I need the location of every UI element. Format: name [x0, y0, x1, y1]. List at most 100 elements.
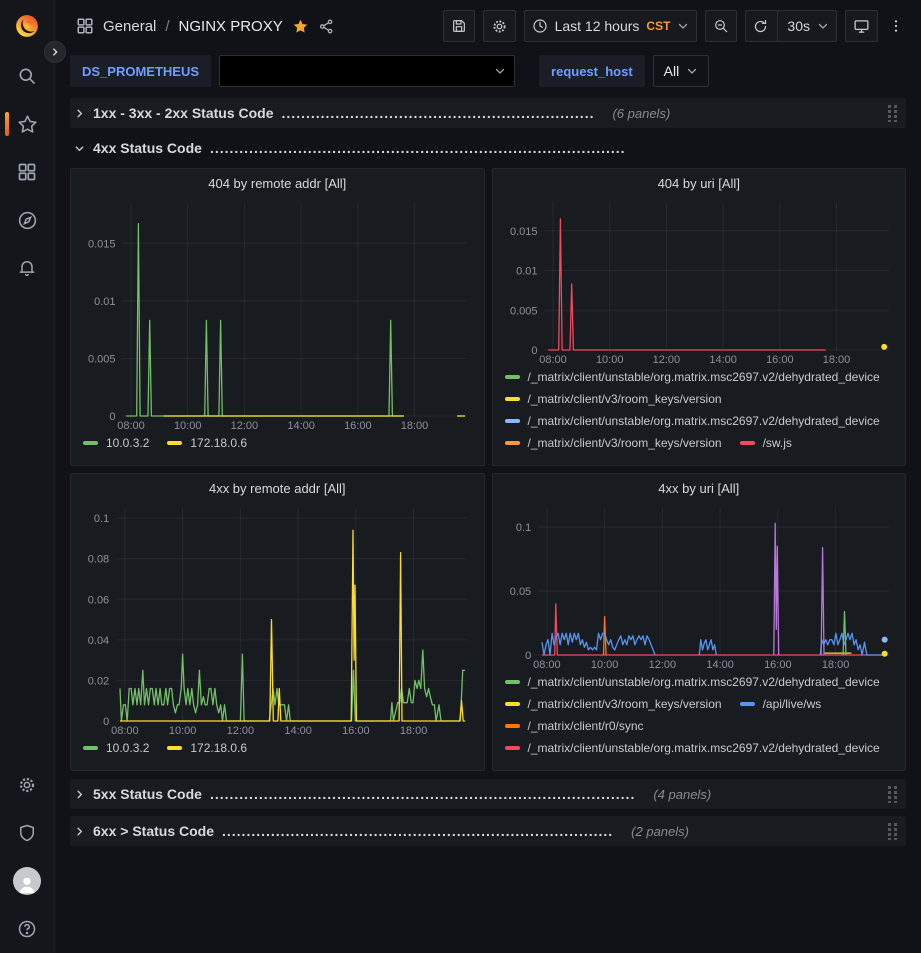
chevron-down-icon — [686, 65, 698, 77]
zoom-out-icon — [713, 18, 729, 34]
row-5xx[interactable]: 5xx Status Code ........................… — [70, 779, 906, 809]
legend-item[interactable]: /_matrix/client/unstable/org.matrix.msc2… — [505, 741, 880, 755]
chart-404-by-uri[interactable]: 08:0010:0012:0014:0016:0018:0000.0050.01… — [501, 195, 897, 367]
legend-swatch — [83, 746, 98, 750]
panel-legend: 10.0.3.2 172.18.0.6 — [79, 436, 476, 458]
dashboard-settings-button[interactable] — [483, 10, 516, 42]
chart-404-by-remote-addr[interactable]: 08:0010:0012:0014:0016:0018:0000.0050.01… — [79, 195, 475, 433]
row-4xx[interactable]: 4xx Status Code ........................… — [70, 133, 906, 163]
y-axis-tick-label: 0.1 — [94, 513, 109, 525]
panel-title[interactable]: 4xx by remote addr [All] — [79, 478, 476, 500]
dashboard-canvas: 1xx - 3xx - 2xx Status Code ............… — [55, 90, 921, 846]
legend-item[interactable]: 172.18.0.6 — [167, 741, 247, 755]
variable-host-value-select[interactable]: All — [653, 55, 710, 87]
monitor-icon — [853, 18, 870, 35]
legend-item[interactable]: /_matrix/client/r0/sync — [505, 719, 644, 733]
legend-swatch — [505, 680, 520, 684]
legend-swatch — [505, 397, 520, 401]
x-axis-tick-label: 16:00 — [342, 725, 370, 737]
x-axis-tick-label: 08:00 — [111, 725, 139, 737]
legend-item[interactable]: /_matrix/client/v3/room_keys/version — [505, 392, 722, 406]
panel-title[interactable]: 4xx by uri [All] — [501, 478, 898, 500]
time-range-picker[interactable]: Last 12 hours CST — [524, 10, 698, 42]
legend-label: 10.0.3.2 — [106, 741, 149, 755]
breadcrumb-separator: / — [165, 18, 169, 35]
save-icon — [451, 18, 467, 34]
row-6xx[interactable]: 6xx > Status Code ......................… — [70, 816, 906, 846]
panel-404-by-remote-addr: 404 by remote addr [All] 08:0010:0012:00… — [70, 168, 485, 466]
breadcrumb-section[interactable]: General — [103, 18, 156, 35]
share-icon[interactable] — [318, 18, 335, 35]
variable-ds-value-select[interactable] — [219, 55, 515, 87]
y-axis-tick-label: 0 — [109, 411, 115, 423]
kiosk-mode-button[interactable] — [845, 10, 878, 42]
row-drag-handle[interactable] — [888, 823, 898, 840]
legend-swatch — [505, 724, 520, 728]
x-axis-tick-label: 14:00 — [284, 725, 312, 737]
panel-4xx-by-uri: 4xx by uri [All] 08:0010:0012:0014:0016:… — [492, 473, 907, 771]
search-icon — [17, 66, 37, 86]
row-1xx-3xx-2xx[interactable]: 1xx - 3xx - 2xx Status Code ............… — [70, 98, 906, 128]
y-axis-tick-label: 0.02 — [88, 675, 109, 687]
legend-item[interactable]: /sw.js — [740, 436, 792, 450]
row-drag-handle[interactable] — [888, 786, 898, 803]
y-axis-tick-label: 0 — [525, 650, 531, 662]
refresh-group[interactable]: 30s — [745, 10, 837, 42]
x-axis-tick-label: 16:00 — [764, 659, 792, 671]
legend-item[interactable]: /_matrix/client/unstable/org.matrix.msc2… — [505, 370, 880, 384]
sidebar-item-dashboards[interactable] — [0, 148, 54, 196]
favorite-star-icon[interactable] — [292, 18, 309, 35]
x-axis-tick-label: 12:00 — [231, 420, 259, 432]
row-panel-count: (4 panels) — [653, 787, 711, 802]
grafana-logo-icon — [14, 13, 40, 39]
zoom-out-time-button[interactable] — [705, 10, 737, 42]
chart-4xx-by-remote-addr[interactable]: 08:0010:0012:0014:0016:0018:0000.020.040… — [79, 500, 475, 738]
legend-item[interactable]: /api/live/ws — [740, 697, 822, 711]
legend-item[interactable]: /_matrix/client/v3/room_keys/version — [505, 697, 722, 711]
legend-item[interactable]: /_matrix/client/v3/room_keys/version — [505, 436, 722, 450]
panel-4xx-by-remote-addr: 4xx by remote addr [All] 08:0010:0012:00… — [70, 473, 485, 771]
x-axis-tick-label: 14:00 — [709, 354, 737, 366]
legend-item[interactable]: 10.0.3.2 — [83, 436, 149, 450]
sidebar-item-explore[interactable] — [0, 196, 54, 244]
panel-title[interactable]: 404 by uri [All] — [501, 173, 898, 195]
row-title-leader: ........................................… — [210, 786, 635, 802]
series-line — [699, 640, 716, 655]
sidebar-item-help[interactable] — [0, 905, 54, 953]
apps-grid-icon — [76, 17, 94, 35]
x-axis-tick-label: 18:00 — [822, 354, 850, 366]
legend-item[interactable]: 172.18.0.6 — [167, 436, 247, 450]
kebab-menu-icon — [888, 18, 904, 34]
chevron-down-icon — [74, 143, 85, 154]
legend-item[interactable]: 10.0.3.2 — [83, 741, 149, 755]
more-options-button[interactable] — [886, 10, 906, 42]
chevron-down-icon — [677, 20, 689, 32]
row-panel-count: (6 panels) — [612, 106, 670, 121]
legend-swatch — [505, 441, 520, 445]
sidebar-item-profile[interactable] — [0, 857, 54, 905]
sidebar-item-starred[interactable] — [0, 100, 54, 148]
y-axis-tick-label: 0.005 — [509, 305, 537, 317]
sidebar-expand-button[interactable] — [44, 41, 66, 63]
variable-ds-label[interactable]: DS_PROMETHEUS — [70, 55, 211, 87]
sidebar-item-settings[interactable] — [0, 761, 54, 809]
y-axis-tick-label: 0.01 — [516, 266, 537, 278]
dashboards-grid-icon — [17, 162, 37, 182]
x-axis-tick-label: 08:00 — [117, 420, 145, 432]
sidebar-item-server-admin[interactable] — [0, 809, 54, 857]
legend-item[interactable]: /_matrix/client/unstable/org.matrix.msc2… — [505, 675, 880, 689]
row-drag-handle[interactable] — [888, 105, 898, 122]
legend-swatch — [505, 702, 520, 706]
compass-icon — [17, 210, 38, 231]
chart-4xx-by-uri[interactable]: 08:0010:0012:0014:0016:0018:0000.050.1 — [501, 500, 897, 672]
chevron-right-icon — [50, 47, 60, 57]
sidebar-item-alerting[interactable] — [0, 244, 54, 292]
y-axis-tick-label: 0.05 — [509, 586, 530, 598]
variable-host-label[interactable]: request_host — [539, 55, 645, 87]
chevron-right-icon — [74, 108, 85, 119]
legend-label: /_matrix/client/v3/room_keys/version — [528, 392, 722, 406]
legend-item[interactable]: /_matrix/client/unstable/org.matrix.msc2… — [505, 414, 880, 428]
save-dashboard-button[interactable] — [443, 10, 475, 42]
panel-title[interactable]: 404 by remote addr [All] — [79, 173, 476, 195]
refresh-interval-label: 30s — [787, 18, 810, 34]
